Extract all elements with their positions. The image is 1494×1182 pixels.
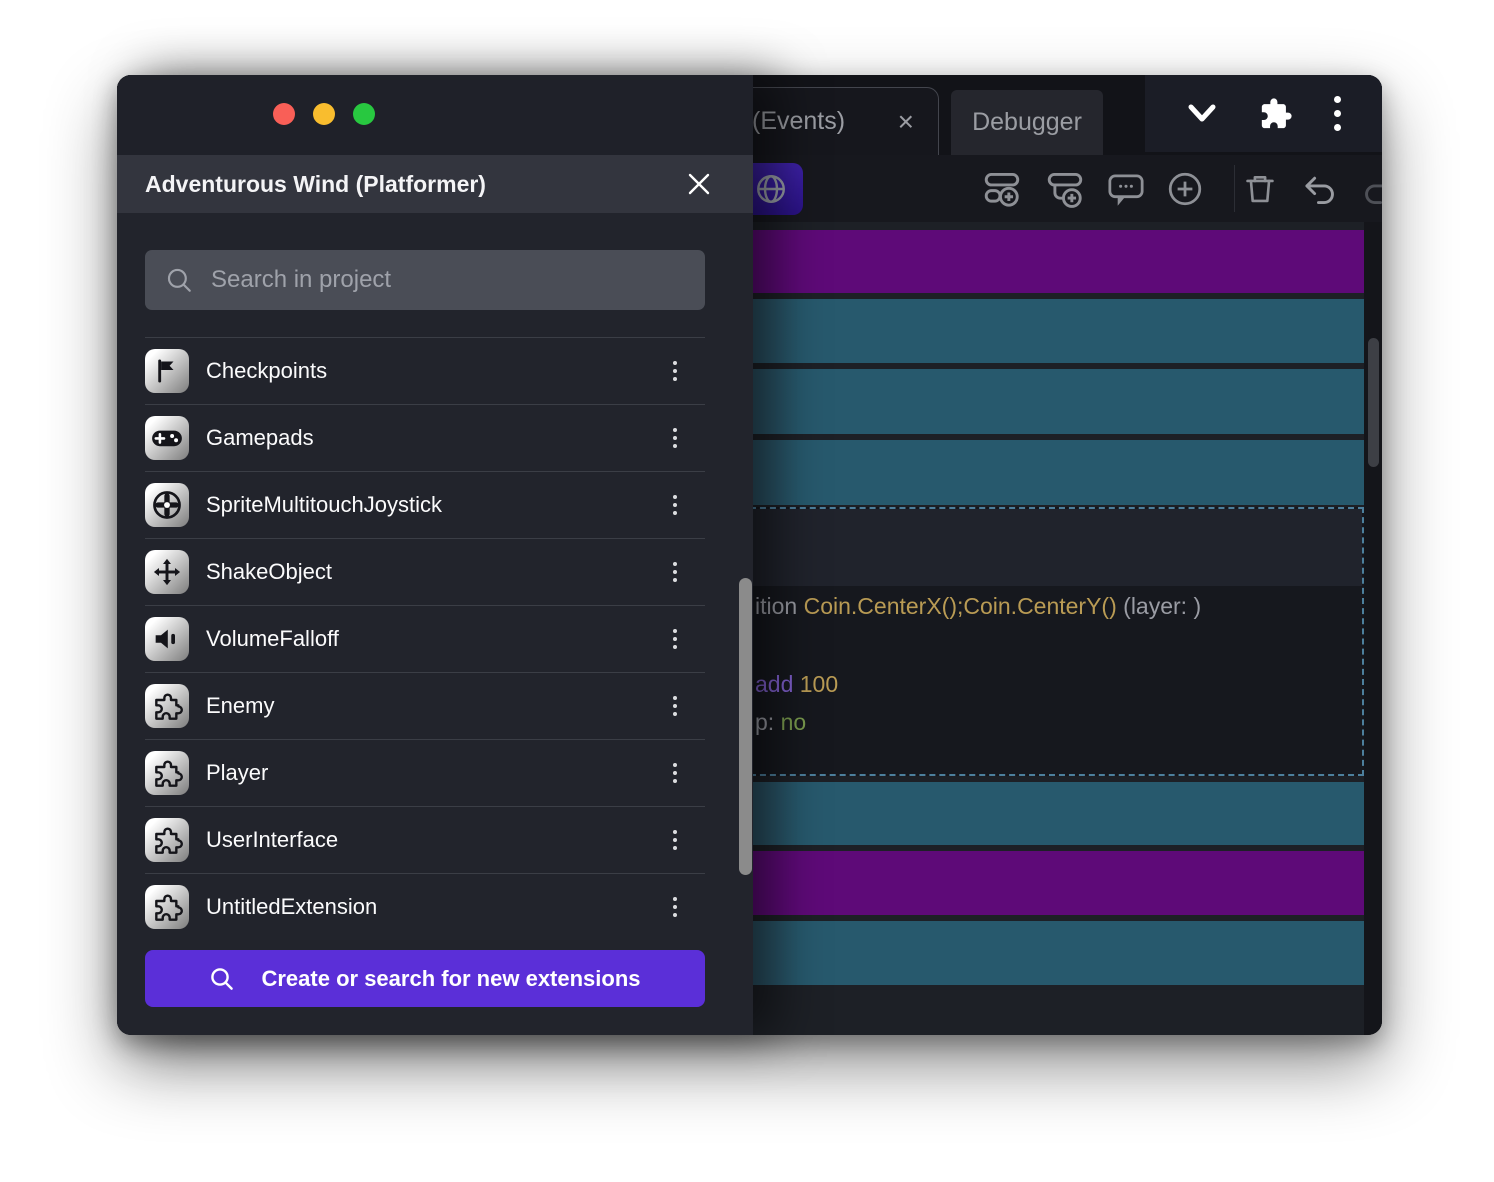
close-dialog-icon[interactable] <box>687 172 711 196</box>
action-expression: Coin.CenterX();Coin.CenterY() <box>804 593 1117 619</box>
item-menu-kebab-icon[interactable] <box>667 556 683 588</box>
delete-button[interactable] <box>1241 170 1279 208</box>
traffic-light-close-button[interactable] <box>273 103 295 125</box>
speaker-icon <box>145 617 189 661</box>
action-line-flag[interactable]: p: no <box>755 709 1356 736</box>
puzzle-icon <box>145 885 189 929</box>
project-search-field[interactable] <box>145 250 705 310</box>
action-keyword: add <box>755 671 800 697</box>
selected-event[interactable]: ition Coin.CenterX();Coin.CenterY() (lay… <box>740 507 1364 776</box>
gamepad-icon <box>145 416 189 460</box>
item-menu-kebab-icon[interactable] <box>667 355 683 387</box>
tab-events-label: (Events) <box>752 107 845 136</box>
item-menu-kebab-icon[interactable] <box>667 891 683 923</box>
action-line-position[interactable]: ition Coin.CenterX();Coin.CenterY() (lay… <box>755 593 1356 620</box>
action-value: 100 <box>800 671 838 697</box>
list-item-label: Gamepads <box>206 425 314 451</box>
create-extension-label: Create or search for new extensions <box>261 966 640 992</box>
create-extension-button[interactable]: Create or search for new extensions <box>145 950 705 1007</box>
item-menu-kebab-icon[interactable] <box>667 422 683 454</box>
item-menu-kebab-icon[interactable] <box>667 824 683 856</box>
search-input[interactable] <box>209 265 705 295</box>
tab-debugger[interactable]: Debugger <box>951 90 1103 155</box>
list-item-checkpoints[interactable]: Checkpoints <box>145 337 705 404</box>
puzzle-icon <box>145 751 189 795</box>
list-item-label: UserInterface <box>206 827 338 853</box>
action-layer-suffix: (layer: ) <box>1117 593 1201 619</box>
list-item-gamepads[interactable]: Gamepads <box>145 404 705 471</box>
list-item-label: Enemy <box>206 693 274 719</box>
traffic-light-minimize-button[interactable] <box>313 103 335 125</box>
event-row-purple[interactable] <box>740 230 1364 293</box>
list-item-label: VolumeFalloff <box>206 626 339 652</box>
action-flag-value: no <box>781 709 807 735</box>
dialog-scrollbar-thumb[interactable] <box>739 578 752 875</box>
globe-icon <box>754 172 788 206</box>
add-comment-button[interactable] <box>1106 169 1146 209</box>
dialog-title: Adventurous Wind (Platformer) <box>145 171 486 198</box>
tab-close-icon[interactable]: × <box>898 108 914 136</box>
event-row-teal[interactable] <box>740 369 1364 434</box>
list-item-shakeobject[interactable]: ShakeObject <box>145 538 705 605</box>
search-icon <box>209 966 235 992</box>
list-item-volumefalloff[interactable]: VolumeFalloff <box>145 605 705 672</box>
item-menu-kebab-icon[interactable] <box>667 690 683 722</box>
flag-icon <box>145 349 189 393</box>
undo-button[interactable] <box>1300 169 1340 209</box>
list-item-player[interactable]: Player <box>145 739 705 806</box>
list-item-label: SpriteMultitouchJoystick <box>206 492 442 518</box>
puzzle-icon <box>145 818 189 862</box>
dialog-titlebar <box>117 75 753 155</box>
dialog-header: Adventurous Wind (Platformer) <box>117 155 753 213</box>
add-subevent-button[interactable] <box>1046 168 1088 210</box>
event-row-purple[interactable] <box>740 851 1364 915</box>
traffic-light-zoom-button[interactable] <box>353 103 375 125</box>
list-item-enemy[interactable]: Enemy <box>145 672 705 739</box>
toolbar-separator <box>1234 165 1235 212</box>
events-scrollbar-thumb[interactable] <box>1368 338 1379 467</box>
selected-event-condition-block[interactable] <box>742 509 1362 586</box>
joystick-icon <box>145 483 189 527</box>
move-icon <box>145 550 189 594</box>
event-row-teal[interactable] <box>740 440 1364 505</box>
list-item-spritemultitouchjoystick[interactable]: SpriteMultitouchJoystick <box>145 471 705 538</box>
list-item-label: Checkpoints <box>206 358 327 384</box>
action-flag-label: p: <box>755 709 781 735</box>
redo-button[interactable] <box>1359 169 1382 209</box>
add-event-button[interactable] <box>983 168 1025 210</box>
project-manager-dialog: Adventurous Wind (Platformer) Checkpoint… <box>117 75 753 1035</box>
item-menu-kebab-icon[interactable] <box>667 489 683 521</box>
list-item-userinterface[interactable]: UserInterface <box>145 806 705 873</box>
window-menu-kebab-icon[interactable] <box>1334 96 1341 131</box>
action-text: ition <box>755 593 804 619</box>
window-controls-section <box>1145 75 1382 152</box>
puzzle-icon <box>145 684 189 728</box>
event-row-teal[interactable] <box>740 299 1364 363</box>
event-row-teal[interactable] <box>740 782 1364 845</box>
event-row-teal[interactable] <box>740 921 1364 985</box>
search-icon <box>165 266 193 294</box>
item-menu-kebab-icon[interactable] <box>667 623 683 655</box>
extension-list: Checkpoints Gamepads SpriteMultitouchJoy… <box>145 337 705 940</box>
list-item-label: Player <box>206 760 268 786</box>
extensions-puzzle-icon[interactable] <box>1259 97 1293 131</box>
tab-events[interactable]: (Events) × <box>727 87 939 155</box>
list-item-label: ShakeObject <box>206 559 332 585</box>
chevron-down-icon[interactable] <box>1186 103 1218 125</box>
list-item-untitledextension[interactable]: UntitledExtension <box>145 873 705 940</box>
add-more-button[interactable] <box>1165 169 1205 209</box>
tab-debugger-label: Debugger <box>972 108 1082 137</box>
list-item-label: UntitledExtension <box>206 894 377 920</box>
action-line-add[interactable]: add 100 <box>755 671 1356 698</box>
item-menu-kebab-icon[interactable] <box>667 757 683 789</box>
